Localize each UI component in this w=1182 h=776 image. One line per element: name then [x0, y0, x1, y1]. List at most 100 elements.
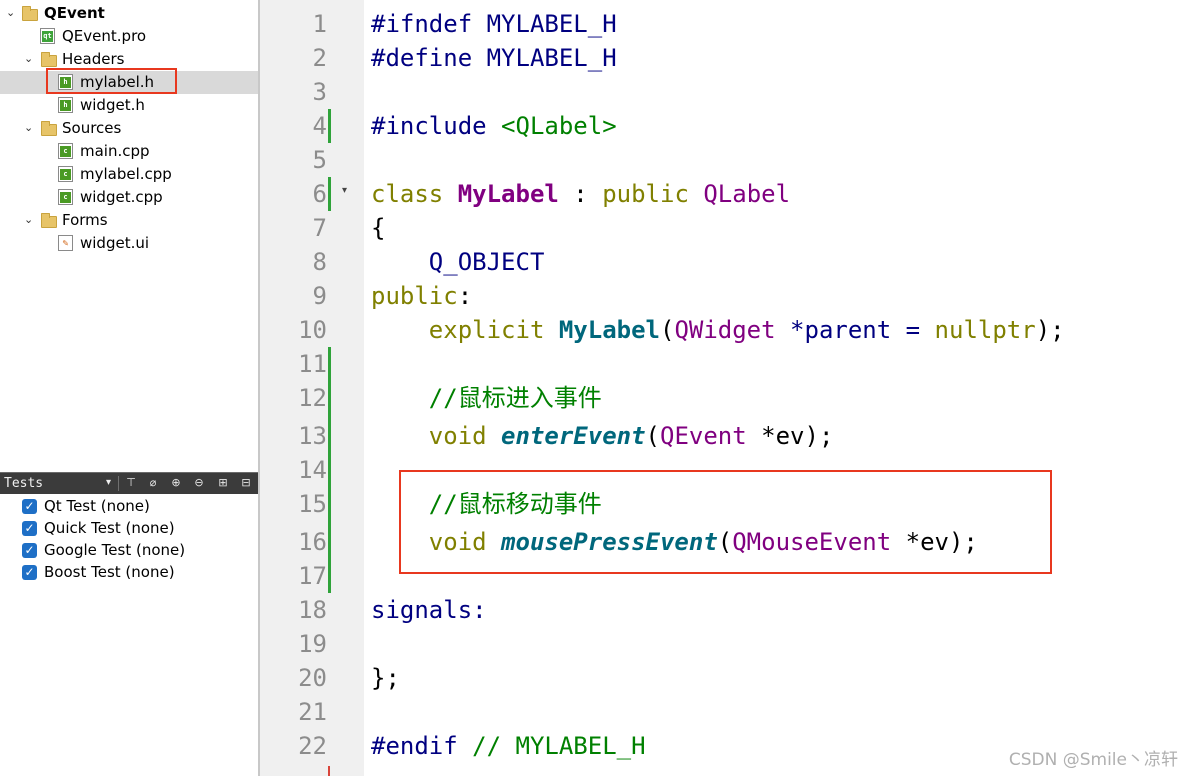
- test-item-qt[interactable]: ✓ Qt Test (none): [22, 495, 150, 517]
- change-marker: [328, 177, 331, 211]
- project-tree: ⌄ QEvent qt QEvent.pro ⌄ Headers h mylab…: [0, 0, 258, 470]
- chevron-down-icon[interactable]: ⌄: [24, 122, 34, 133]
- tree-item-main-cpp[interactable]: c main.cpp: [0, 140, 258, 163]
- punctuation: :: [457, 282, 473, 310]
- chevron-down-icon[interactable]: ⌄: [24, 53, 34, 64]
- line-number: 4: [312, 112, 327, 140]
- test-label: Quick Test (none): [44, 519, 175, 537]
- folder-icon: [41, 121, 57, 136]
- line-number: 3: [312, 78, 327, 106]
- tests-toolbar: Tests ▾ ⊤ ⌀ ⊕ ⊖ ⊞ ⊟: [0, 472, 258, 494]
- cpp-file-icon: c: [58, 143, 73, 159]
- tree-item-widget-ui[interactable]: ✎ widget.ui: [0, 232, 258, 255]
- preprocessor-directive: #include: [371, 112, 487, 140]
- tree-item-widget-cpp[interactable]: c widget.cpp: [0, 186, 258, 209]
- forms-label: Forms: [62, 211, 108, 229]
- watermark: CSDN @Smile丶凉轩: [1008, 750, 1178, 770]
- split-icon[interactable]: ⊞: [216, 476, 230, 490]
- file-label: mylabel.cpp: [80, 165, 172, 183]
- chevron-down-icon[interactable]: ⌄: [6, 7, 16, 18]
- punctuation: );: [1035, 316, 1065, 344]
- line-number: 21: [298, 698, 327, 726]
- code-line-6: class MyLabel : public QLabel: [371, 177, 790, 211]
- fold-arrow-icon[interactable]: ▾: [342, 185, 347, 196]
- line-number: 14: [298, 456, 327, 484]
- code-line-22: #endif // MYLABEL_H: [371, 729, 646, 763]
- type-name: QEvent: [660, 422, 747, 450]
- cpp-file-icon: c: [58, 189, 73, 205]
- include-header: <QLabel>: [486, 112, 617, 140]
- test-item-quick[interactable]: ✓ Quick Test (none): [22, 517, 175, 539]
- line-number: 12: [298, 384, 327, 412]
- filter-icon[interactable]: ⊤: [124, 476, 138, 490]
- code-line-9: public:: [371, 279, 472, 313]
- preprocessor-directive: #ifndef: [371, 10, 473, 38]
- code-line-13: void enterEvent(QEvent *ev);: [371, 419, 834, 453]
- line-number: 11: [298, 350, 327, 378]
- function-name: enterEvent: [486, 422, 646, 450]
- keyword: class: [371, 180, 444, 208]
- code-line-7: {: [371, 214, 386, 242]
- toolbar-separator: [118, 476, 119, 491]
- file-label: widget.h: [80, 96, 145, 114]
- checkbox-checked[interactable]: ✓: [22, 564, 37, 580]
- line-number: 5: [312, 146, 327, 174]
- line-number: 10: [298, 316, 327, 344]
- code-line-4: #include <QLabel>: [371, 109, 617, 143]
- parameter: *parent =: [775, 316, 935, 344]
- code-line-10: explicit MyLabel(QWidget *parent = nullp…: [371, 313, 1065, 347]
- close-pane-icon[interactable]: ⊟: [239, 476, 253, 490]
- keyword: void: [371, 422, 487, 450]
- tree-item-forms[interactable]: ⌄ Forms: [0, 209, 258, 232]
- selection-highlight-box: [46, 68, 177, 94]
- tree-item-sources[interactable]: ⌄ Sources: [0, 117, 258, 140]
- checkbox-checked[interactable]: ✓: [22, 498, 37, 514]
- tree-item-pro-file[interactable]: qt QEvent.pro: [0, 25, 258, 48]
- line-number: 17: [298, 562, 327, 590]
- line-number: 6: [312, 180, 327, 208]
- line-number: 9: [312, 282, 327, 310]
- macro-name: MYLABEL_H: [472, 44, 617, 72]
- line-number: 19: [298, 630, 327, 658]
- pro-file-label: QEvent.pro: [62, 27, 147, 45]
- chevron-down-icon[interactable]: ⌄: [24, 214, 34, 225]
- change-marker: [328, 347, 331, 593]
- test-label: Boost Test (none): [44, 563, 175, 581]
- test-item-google[interactable]: ✓ Google Test (none): [22, 539, 185, 561]
- test-item-boost[interactable]: ✓ Boost Test (none): [22, 561, 175, 583]
- code-line-8: Q_OBJECT: [371, 248, 545, 276]
- line-number: 7: [312, 214, 327, 242]
- line-number: 20: [298, 664, 327, 692]
- tree-item-widget-h[interactable]: h widget.h: [0, 94, 258, 117]
- checkbox-checked[interactable]: ✓: [22, 542, 37, 558]
- code-line-1: #ifndef MYLABEL_H: [371, 7, 617, 41]
- folder-icon: [41, 213, 57, 228]
- tree-item-project[interactable]: ⌄ QEvent: [0, 2, 258, 25]
- punctuation: :: [558, 180, 588, 208]
- link-icon[interactable]: ⌀: [146, 476, 160, 490]
- line-number: 8: [312, 248, 327, 276]
- preprocessor-directive: #endif: [371, 732, 458, 760]
- line-number: 18: [298, 596, 327, 624]
- remove-icon[interactable]: ⊖: [192, 476, 206, 490]
- project-name: QEvent: [44, 4, 105, 22]
- file-label: widget.cpp: [80, 188, 163, 206]
- type-name: QLabel: [688, 180, 791, 208]
- code-line-18: signals:: [371, 596, 487, 624]
- checkbox-checked[interactable]: ✓: [22, 520, 37, 536]
- class-name: MyLabel: [443, 180, 559, 208]
- file-label: widget.ui: [80, 234, 150, 252]
- tests-list: ✓ Qt Test (none) ✓ Quick Test (none) ✓ G…: [0, 494, 258, 776]
- dropdown-arrow-icon[interactable]: ▾: [106, 477, 111, 488]
- test-label: Google Test (none): [44, 541, 186, 559]
- line-number: 15: [298, 490, 327, 518]
- ui-file-icon: ✎: [58, 235, 73, 251]
- keyword: public: [587, 180, 689, 208]
- add-icon[interactable]: ⊕: [169, 476, 183, 490]
- line-number: 22: [298, 732, 327, 760]
- code-line-20: };: [371, 664, 400, 692]
- pro-file-icon: qt: [40, 28, 55, 44]
- tree-item-mylabel-cpp[interactable]: c mylabel.cpp: [0, 163, 258, 186]
- line-number: 2: [312, 44, 327, 72]
- line-number: 1: [312, 10, 327, 38]
